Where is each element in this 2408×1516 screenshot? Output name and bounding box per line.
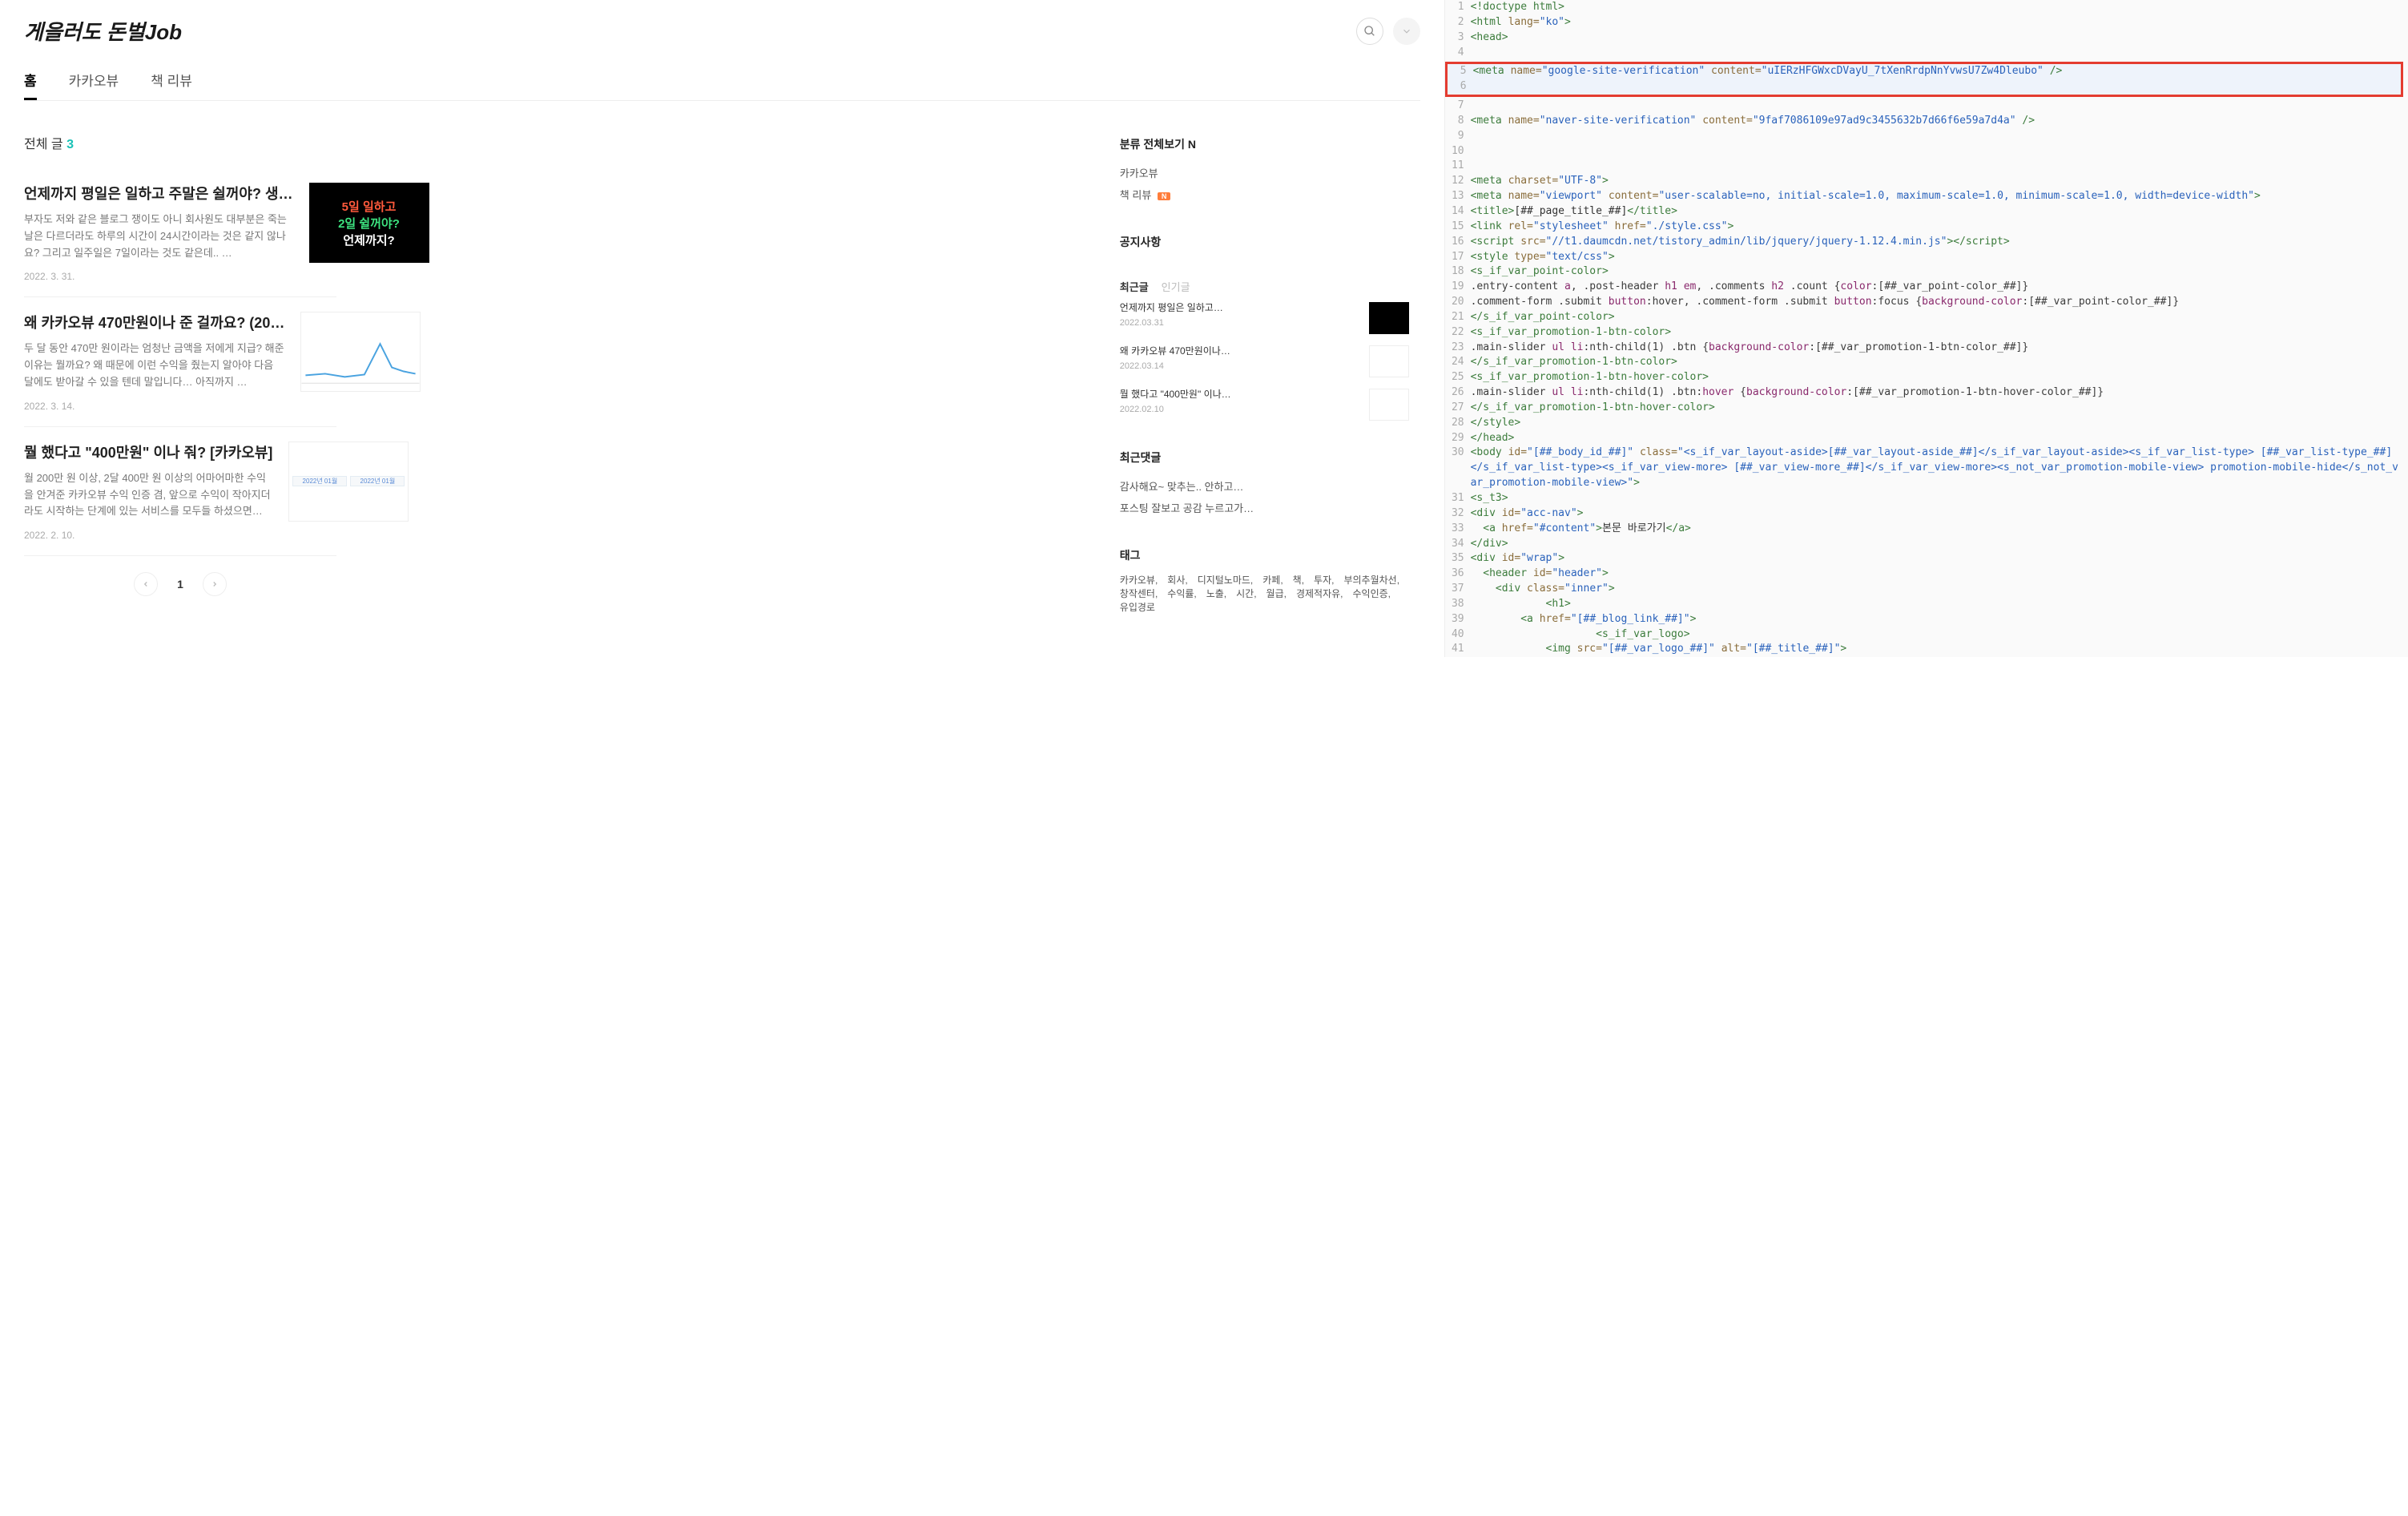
post-date: 2022. 2. 10. <box>24 530 272 541</box>
tab-recent[interactable]: 최근글 <box>1120 279 1149 294</box>
recent-post-item[interactable]: 언제까지 평일은 일하고…2022.03.31 <box>1120 302 1409 334</box>
tab-kakao[interactable]: 카카오뷰 <box>69 62 119 100</box>
code-highlight-box: 5<meta name="google-site-verification" c… <box>1445 62 2403 97</box>
sidebar-comments-title: 최근댓글 <box>1120 450 1409 466</box>
nav-tabs: 홈 카카오뷰 책 리뷰 <box>24 62 1420 101</box>
sidebar-notice-title: 공지사항 <box>1120 234 1409 250</box>
post-title: 왜 카카오뷰 470만원이나 준 걸까요? (20… <box>24 312 284 333</box>
pagination: 1 <box>24 572 336 596</box>
post-date: 2022. 3. 31. <box>24 271 293 282</box>
recent-thumbnail <box>1369 389 1409 421</box>
post-item[interactable]: 뭘 했다고 "400만원" 이나 줘? [카카오뷰] 월 200만 원 이상, … <box>24 427 336 556</box>
recent-thumbnail <box>1369 345 1409 377</box>
recent-post-item[interactable]: 뭘 했다고 "400만원" 이나…2022.02.10 <box>1120 389 1409 421</box>
sidebar-item-review[interactable]: 책 리뷰 N <box>1120 183 1409 205</box>
tab-review[interactable]: 책 리뷰 <box>151 62 192 100</box>
code-line-5: <meta name="google-site-verification" co… <box>1473 64 2401 79</box>
sidebar-categories-title: 분류 전체보기 N <box>1120 136 1409 152</box>
post-thumbnail: 5일 일하고 2일 쉴꺼야? 언제까지? <box>309 183 429 263</box>
comment-item[interactable]: 포스팅 잘보고 공감 누르고가… <box>1120 497 1409 518</box>
post-title: 뭘 했다고 "400만원" 이나 줘? [카카오뷰] <box>24 441 272 462</box>
tag-list: 카카오뷰, 회사, 디지털노마드, 카페, 책, 투자, 부의추월차선, 창작센… <box>1120 573 1409 614</box>
post-item[interactable]: 왜 카카오뷰 470만원이나 준 걸까요? (20… 두 달 동안 470만 원… <box>24 297 336 426</box>
tab-home[interactable]: 홈 <box>24 62 37 100</box>
prev-page-button[interactable] <box>134 572 158 596</box>
sidebar-tags-title: 태그 <box>1120 547 1409 563</box>
badge-new: N <box>1188 138 1196 151</box>
next-page-button[interactable] <box>203 572 227 596</box>
recent-thumbnail <box>1369 302 1409 334</box>
post-thumbnail <box>300 312 421 392</box>
sidebar-item-kakao[interactable]: 카카오뷰 <box>1120 162 1409 183</box>
menu-icon[interactable] <box>1393 18 1420 45</box>
site-title: 게을러도 돈벌Job <box>24 16 182 46</box>
post-excerpt: 부자도 저와 같은 블로그 쟁이도 아니 회사원도 대부분은 죽는 날은 다르더… <box>24 212 293 261</box>
post-thumbnail: 2022년 01월2022년 01월 <box>288 441 409 522</box>
code-editor[interactable]: 1<!doctype html> 2<html lang="ko"> 3<hea… <box>1445 0 2408 657</box>
post-item[interactable]: 언제까지 평일은 일하고 주말은 쉴꺼야? 생… 부자도 저와 같은 블로그 쟁… <box>24 168 336 297</box>
tab-popular[interactable]: 인기글 <box>1162 279 1190 294</box>
search-icon[interactable] <box>1356 18 1383 45</box>
page-number: 1 <box>177 578 183 591</box>
post-date: 2022. 3. 14. <box>24 401 284 412</box>
list-header: 전체 글 3 <box>24 133 336 152</box>
post-excerpt: 월 200만 원 이상, 2달 400만 원 이상의 어마어마한 수익을 안겨준… <box>24 470 272 520</box>
comment-item[interactable]: 감사해요~ 맞추는.. 안하고… <box>1120 475 1409 497</box>
recent-post-item[interactable]: 왜 카카오뷰 470만원이나…2022.03.14 <box>1120 345 1409 377</box>
post-excerpt: 두 달 동안 470만 원이라는 엄청난 금액을 저에게 지급? 해준 이유는 … <box>24 341 284 390</box>
post-title: 언제까지 평일은 일하고 주말은 쉴꺼야? 생… <box>24 183 293 204</box>
